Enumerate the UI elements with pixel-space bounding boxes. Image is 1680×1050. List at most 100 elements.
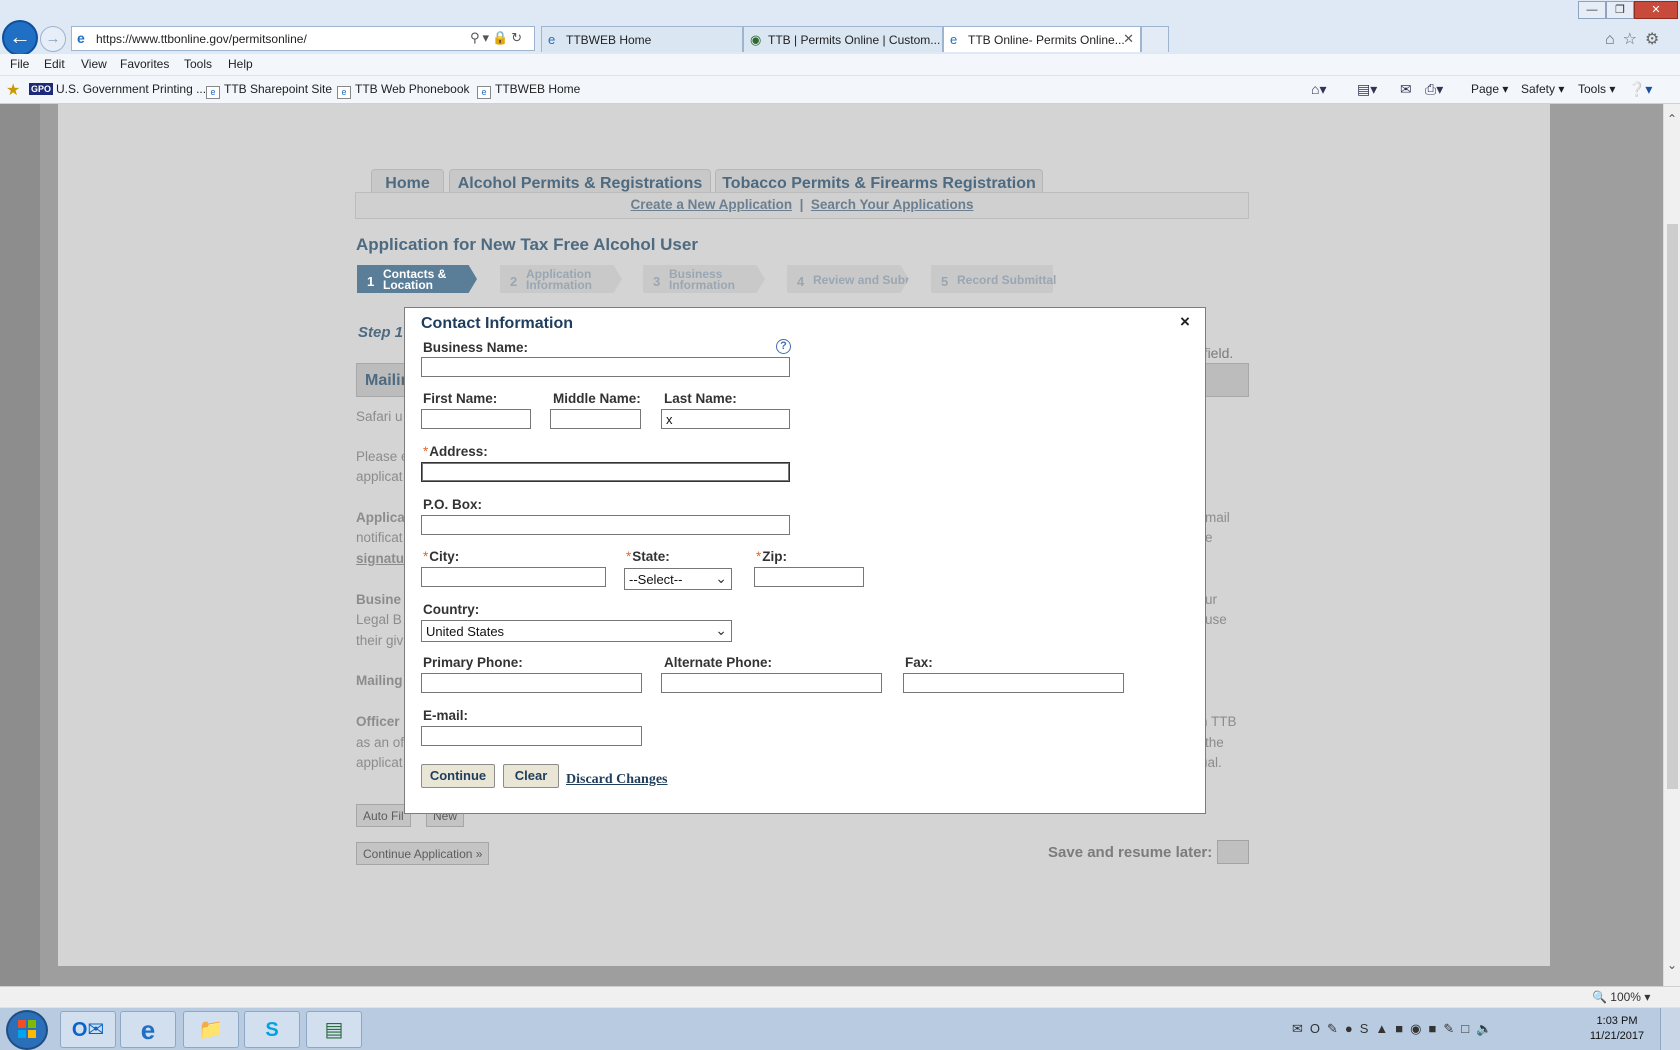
business-name-label: Business Name: — [423, 340, 529, 355]
scroll-down-icon[interactable]: ⌄ — [1667, 958, 1677, 972]
business-name-input[interactable] — [421, 357, 790, 377]
middle-name-input[interactable] — [550, 409, 641, 429]
system-tray-icons[interactable]: ✉O✎●S▲■◉■✎□🔈 — [1292, 1021, 1499, 1037]
menu-view[interactable]: View — [81, 57, 107, 71]
skype-icon[interactable]: S — [244, 1011, 300, 1048]
new-tab-button[interactable] — [1141, 26, 1169, 52]
tab-title: TTBWEB Home — [566, 33, 652, 47]
continue-application-button[interactable]: Continue Application » — [356, 842, 490, 865]
country-select[interactable]: United States ⌄ — [421, 620, 732, 642]
save-resume-label: Save and resume later: — [1048, 844, 1213, 861]
home-command-icon[interactable]: ⌂▾ — [1311, 81, 1326, 98]
home-icon[interactable]: ⌂ — [1605, 31, 1623, 48]
address-bar-icons[interactable]: ⚲▾🔒↻ — [470, 30, 525, 46]
forward-button[interactable]: → — [40, 26, 66, 52]
close-window-button[interactable]: ✕ — [1634, 1, 1678, 19]
background-text: Please e — [356, 449, 409, 464]
mail-icon[interactable]: ✉ — [1400, 81, 1412, 98]
po-box-label: P.O. Box: — [423, 497, 483, 512]
menu-safety[interactable]: Safety ▾ — [1521, 82, 1564, 96]
close-dialog-icon[interactable]: × — [1180, 312, 1190, 332]
feeds-icon[interactable]: ▤▾ — [1357, 81, 1377, 98]
print-icon[interactable]: ⎙▾ — [1425, 81, 1443, 98]
close-tab-icon[interactable]: ✕ — [1123, 31, 1134, 47]
ie-tab-icon: e — [950, 32, 958, 47]
gear-icon[interactable]: ⚙ — [1645, 31, 1667, 48]
email-label: E-mail: — [423, 708, 469, 723]
app-window-icon[interactable]: ▤ — [306, 1011, 362, 1048]
outlook-icon[interactable]: O✉ — [60, 1011, 116, 1048]
primary-phone-label: Primary Phone: — [423, 655, 523, 670]
back-button[interactable]: ← — [2, 20, 38, 56]
save-later-button[interactable] — [1217, 840, 1249, 864]
gpo-logo: GPO — [29, 83, 54, 95]
menu-tools[interactable]: Tools — [184, 57, 212, 71]
tab-ttb-online-permits[interactable]: e TTB Online- Permits Online... ✕ — [943, 26, 1141, 52]
state-label: *State: — [626, 549, 670, 564]
fax-input[interactable] — [903, 673, 1124, 693]
menu-favorites[interactable]: Favorites — [120, 57, 169, 71]
ie-page-icon: e — [77, 30, 85, 46]
search-applications-link[interactable]: Search Your Applications — [811, 197, 974, 212]
show-desktop-button[interactable] — [1660, 1008, 1680, 1050]
ttb-shield-tab-icon: ◉ — [750, 32, 762, 47]
background-text: the — [1205, 735, 1224, 750]
browser-toolbar-icons[interactable]: ⌂☆⚙ — [1605, 29, 1667, 49]
fav-ttbweb-home[interactable]: e TTBWEB Home — [477, 82, 580, 99]
star-icon[interactable]: ☆ — [1623, 31, 1645, 48]
address-label: *Address: — [423, 444, 488, 459]
po-box-input[interactable] — [421, 515, 790, 535]
fav-gpo[interactable]: GPO U.S. Government Printing ... — [29, 82, 206, 96]
alternate-phone-input[interactable] — [661, 673, 882, 693]
file-explorer-icon[interactable]: 📁 — [183, 1011, 239, 1048]
last-name-input[interactable]: x — [661, 409, 790, 429]
background-text: Mailing — [356, 673, 403, 688]
menu-tools-cmd[interactable]: Tools ▾ — [1578, 82, 1615, 96]
start-button[interactable] — [6, 1010, 48, 1050]
scrollbar-thumb[interactable] — [1667, 224, 1678, 789]
create-application-link[interactable]: Create a New Application — [631, 197, 793, 212]
address-url[interactable]: https://www.ttbonline.gov/permitsonline/ — [96, 32, 307, 46]
state-select[interactable]: --Select-- ⌄ — [624, 568, 732, 590]
zoom-level[interactable]: 🔍 100% ▾ — [1592, 990, 1650, 1004]
discard-changes-link[interactable]: Discard Changes — [566, 772, 668, 788]
restore-button[interactable]: ❐ — [1606, 1, 1634, 19]
system-clock[interactable]: 1:03 PM 11/21/2017 — [1586, 1014, 1648, 1044]
fav-ttb-sharepoint[interactable]: e TTB Sharepoint Site — [206, 82, 332, 99]
menu-file[interactable]: File — [10, 57, 29, 71]
tab-permits-online-custom[interactable]: ◉ TTB | Permits Online | Custom... — [743, 26, 943, 52]
zip-input[interactable] — [754, 567, 864, 587]
first-name-input[interactable] — [421, 409, 531, 429]
favorites-star-icon[interactable]: ★ — [6, 80, 20, 100]
menu-page[interactable]: Page ▾ — [1471, 82, 1508, 96]
chevron-down-icon: ⌄ — [715, 622, 727, 638]
minimize-button[interactable]: — — [1578, 1, 1606, 19]
primary-phone-input[interactable] — [421, 673, 642, 693]
background-text: Applica — [356, 510, 405, 525]
city-input[interactable] — [421, 567, 606, 587]
scroll-up-icon[interactable]: ⌃ — [1667, 112, 1677, 126]
continue-button[interactable]: Continue — [421, 764, 495, 788]
fav-ttb-phonebook[interactable]: e TTB Web Phonebook — [337, 82, 470, 99]
auto-fill-button[interactable]: Auto Fil — [356, 804, 411, 827]
address-bar[interactable]: e https://www.ttbonline.gov/permitsonlin… — [71, 26, 535, 51]
background-text: signatu — [356, 551, 405, 566]
internet-explorer-icon[interactable]: e — [120, 1011, 176, 1048]
vertical-scrollbar[interactable]: ⌃ ⌄ — [1663, 104, 1680, 986]
background-text: mail — [1205, 510, 1230, 525]
email-input[interactable] — [421, 726, 642, 746]
help-icon[interactable]: ? — [776, 339, 791, 354]
menu-help[interactable]: Help — [228, 57, 253, 71]
menu-edit[interactable]: Edit — [44, 57, 65, 71]
windows-taskbar: O✉ e 📁 S ▤ ✉O✎●S▲■◉■✎□🔈 1:03 PM 11/21/20… — [0, 1007, 1680, 1050]
tab-ttbweb-home[interactable]: e TTBWEB Home — [541, 26, 743, 52]
chevron-down-icon: ⌄ — [715, 570, 727, 586]
browser-title-bar: ← → e https://www.ttbonline.gov/permitso… — [0, 0, 1680, 56]
clear-button[interactable]: Clear — [503, 764, 559, 788]
contact-information-dialog: Contact Information × Business Name: ? F… — [404, 307, 1206, 814]
application-title: Application for New Tax Free Alcohol Use… — [356, 235, 698, 254]
background-text: use — [1205, 612, 1227, 627]
first-name-label: First Name: — [423, 391, 498, 406]
help-icon[interactable]: ❔▾ — [1628, 81, 1652, 98]
address-input[interactable] — [421, 462, 790, 482]
